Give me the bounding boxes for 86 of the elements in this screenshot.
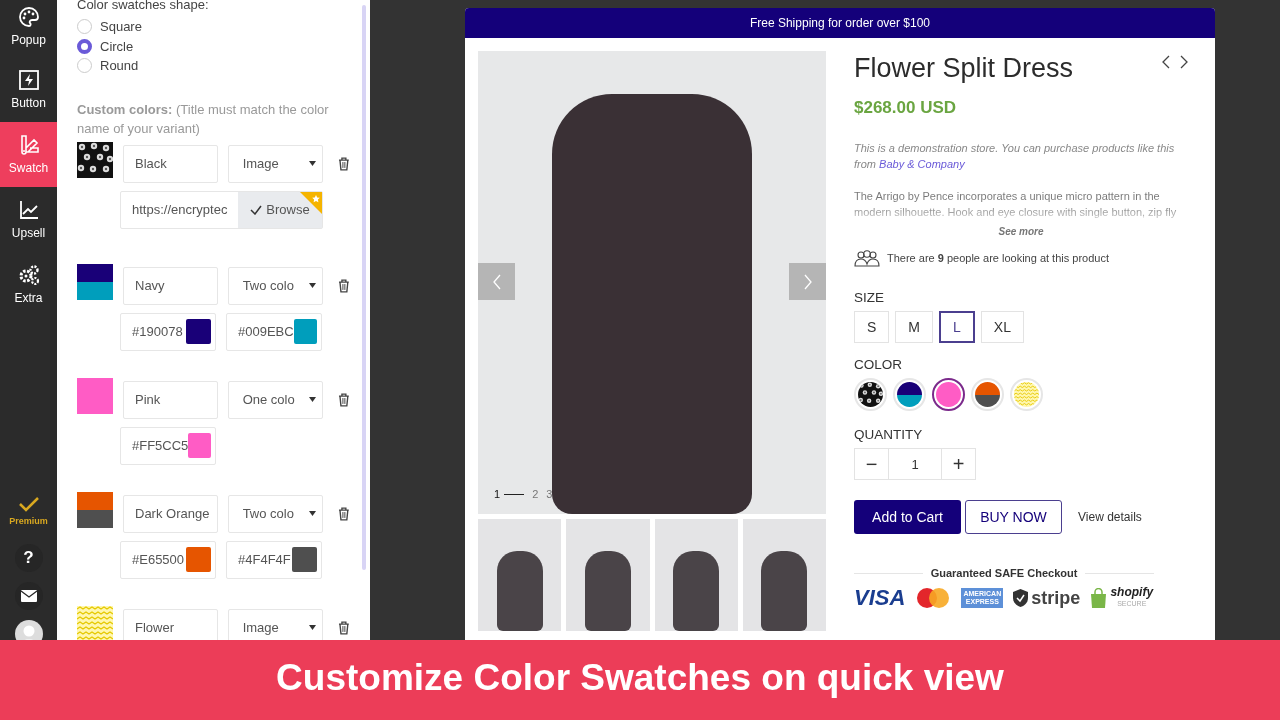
nav-item[interactable]: Popup xyxy=(0,0,57,57)
nav-item[interactable]: Upsell xyxy=(0,187,57,252)
type-dropdown[interactable]: Two colo xyxy=(227,266,324,305)
mail-button[interactable] xyxy=(14,582,43,610)
mail-icon xyxy=(20,590,37,602)
section-hint: Custom colors: (Title must match the color name of your variant) xyxy=(77,100,330,138)
stripe-logo: stripe xyxy=(1031,587,1081,609)
radio-option[interactable]: Square xyxy=(77,17,350,37)
line-chart-icon xyxy=(17,199,40,221)
shopify-logo: shopify xyxy=(1110,587,1154,598)
gears-icon xyxy=(17,264,40,286)
name-field[interactable]: Dark Orange xyxy=(123,494,218,533)
radio-option[interactable]: Round xyxy=(77,56,350,76)
caret-icon xyxy=(309,511,317,516)
store-note: This is a demonstration store. You can purchase products like this from Baby & Company xyxy=(854,141,1176,172)
scrollbar[interactable] xyxy=(362,5,366,570)
radio-option[interactable]: Circle xyxy=(77,36,350,56)
thumbnail[interactable] xyxy=(742,519,826,631)
see-more-link[interactable]: See more xyxy=(854,226,1188,237)
hex-field[interactable]: #E65500 xyxy=(120,540,216,579)
size-option[interactable]: L xyxy=(939,311,975,343)
trash-icon xyxy=(338,156,350,171)
option-label: COLOR xyxy=(854,357,903,372)
trash-icon xyxy=(338,620,350,635)
option-label: QUANTITY xyxy=(854,427,924,442)
type-dropdown[interactable]: Image xyxy=(227,144,324,183)
viewers-text: There are 9 people are looking at this product xyxy=(887,252,1109,264)
announcement-bar: Free Shipping for order over $100 xyxy=(465,8,1215,38)
type-dropdown[interactable]: One colo xyxy=(227,380,324,419)
trash-icon xyxy=(338,506,350,521)
caption-banner: Customize Color Swatches on quick view xyxy=(0,640,1280,720)
hex-field[interactable]: #190078 xyxy=(120,312,216,351)
nav-item[interactable]: Swatch xyxy=(0,122,57,187)
product-title: Flower Split Dress xyxy=(854,53,1074,84)
size-option[interactable]: M xyxy=(895,311,933,343)
name-field[interactable]: Navy xyxy=(123,266,218,305)
caret-icon xyxy=(309,397,317,402)
swatch-preview xyxy=(77,491,113,528)
hex-field[interactable]: #FF5CC5 xyxy=(120,426,216,465)
hex-field[interactable]: #4F4F4F xyxy=(226,540,322,579)
option-label: SIZE xyxy=(854,290,885,305)
caret-icon xyxy=(309,625,317,630)
size-option[interactable]: XL xyxy=(980,311,1024,343)
color-swatch[interactable] xyxy=(932,378,965,411)
buy-now-button[interactable]: BUY NOW xyxy=(965,500,1062,534)
caret-icon xyxy=(309,283,317,288)
trash-icon xyxy=(338,278,350,293)
view-details-link[interactable]: View details xyxy=(1078,510,1142,524)
swatch-preview xyxy=(77,605,113,640)
swatch-preview xyxy=(77,377,113,414)
name-field[interactable]: Black xyxy=(123,144,218,183)
size-option[interactable]: S xyxy=(854,311,890,343)
shield-icon xyxy=(1013,589,1029,607)
palette-icon xyxy=(17,6,40,28)
thumbnail[interactable] xyxy=(478,519,562,631)
name-field[interactable]: Flower xyxy=(123,608,218,640)
price: $268.00 USD xyxy=(854,98,958,118)
slide-indicator[interactable]: 3 xyxy=(546,488,553,500)
hex-field[interactable]: #009EBC xyxy=(226,312,322,351)
nav-item[interactable]: Button xyxy=(0,57,57,122)
trash-icon xyxy=(338,392,350,407)
caret-icon xyxy=(309,161,317,166)
thumbnail[interactable] xyxy=(566,519,650,631)
section-title: Color swatches shape: xyxy=(77,0,210,12)
slide-indicator[interactable]: 1 xyxy=(494,488,525,500)
swatch-preview xyxy=(77,263,113,300)
help-button[interactable]: ? xyxy=(14,544,43,572)
add-to-cart-button[interactable]: Add to Cart xyxy=(854,500,961,534)
chevron-left-icon xyxy=(491,273,502,290)
slide-indicator[interactable]: 2 xyxy=(532,488,539,500)
store-link[interactable]: Baby & Company xyxy=(879,158,965,170)
chevron-right-icon xyxy=(802,273,813,290)
checkout-heading: Guaranteed SAFE Checkout xyxy=(930,567,1078,579)
swatch-preview xyxy=(77,141,113,178)
nav-item[interactable]: Extra xyxy=(0,252,57,317)
type-dropdown[interactable]: Two colo xyxy=(227,494,324,533)
premium-badge[interactable]: Premium xyxy=(0,493,57,526)
type-dropdown[interactable]: Image xyxy=(227,608,324,640)
prev-next-icon xyxy=(1162,55,1188,69)
lightning-icon xyxy=(17,69,40,91)
shopping-bag-icon xyxy=(1090,588,1108,608)
people-icon xyxy=(854,249,880,267)
name-field[interactable]: Pink xyxy=(123,380,218,419)
thumbnail[interactable] xyxy=(654,519,738,631)
visa-logo: VISA xyxy=(854,585,906,611)
card-circles-icon xyxy=(915,587,952,609)
